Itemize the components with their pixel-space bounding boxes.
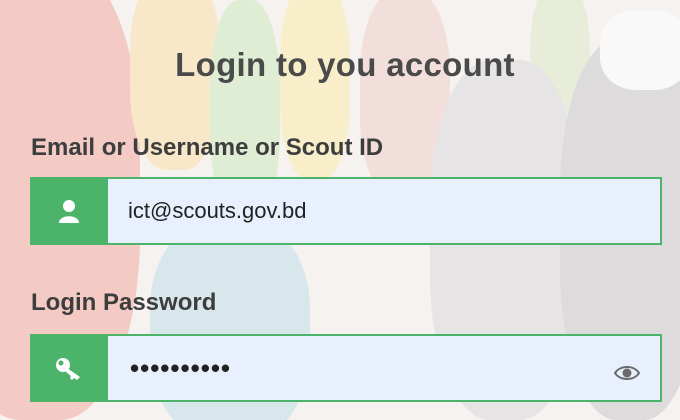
key-icon [30, 334, 108, 402]
password-field-group: •••••••••• [30, 334, 662, 402]
email-value: ict@scouts.gov.bd [128, 198, 307, 223]
eye-icon[interactable] [613, 358, 641, 389]
email-input[interactable]: ict@scouts.gov.bd [108, 177, 662, 245]
password-value: •••••••••• [130, 352, 232, 383]
password-label: Login Password [31, 289, 217, 316]
user-icon [30, 177, 108, 245]
password-input[interactable]: •••••••••• [108, 334, 662, 402]
login-panel: Login to you account Email or Username o… [0, 0, 680, 420]
email-label: Email or Username or Scout ID [31, 134, 384, 161]
page-title: Login to you account [175, 46, 515, 83]
email-field-group: ict@scouts.gov.bd [30, 177, 662, 245]
